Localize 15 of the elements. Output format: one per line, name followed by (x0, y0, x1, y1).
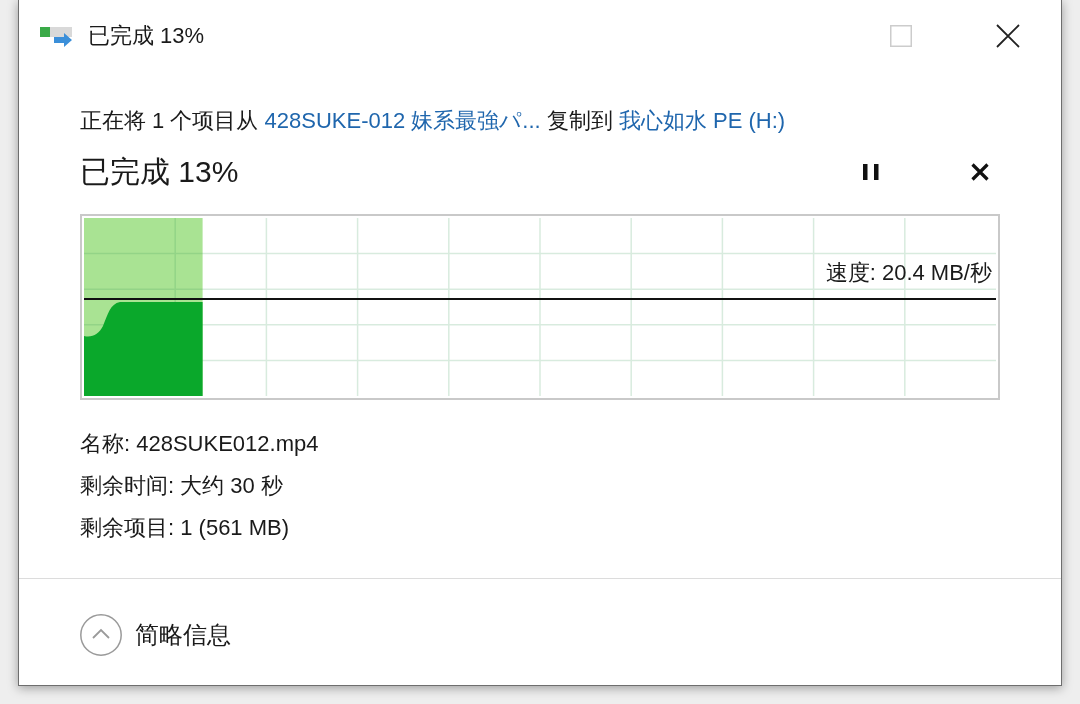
copy-icon (40, 25, 74, 47)
maximize-icon (889, 25, 912, 47)
window-title: 已完成 13% (88, 22, 206, 50)
detail-text: 剩余时间: 大约 30 秒 (80, 472, 283, 500)
detail-text: 名称: 428SUKE012.mp4 (80, 430, 319, 458)
pause-icon (863, 164, 879, 180)
details-toggle-button[interactable]: 简略信息 (80, 614, 231, 656)
close-icon (971, 163, 989, 181)
speed-text: 速度: 20.4 MB/秒 (825, 260, 992, 286)
detail-text: 剩余项目: 1 (561 MB) (80, 514, 290, 542)
progress-heading: 已完成 13% (80, 154, 240, 190)
copy-status-text: 正在将 1 个项目从 428SUKE-012 妹系最強パ... 复制到 我心如水 PE (H:) (80, 107, 787, 135)
location-link[interactable]: 我心如水 PE (H:) (618, 108, 786, 133)
close-icon (995, 24, 1020, 48)
location-link[interactable]: 428SUKE-012 妹系最強パ... (264, 108, 541, 133)
